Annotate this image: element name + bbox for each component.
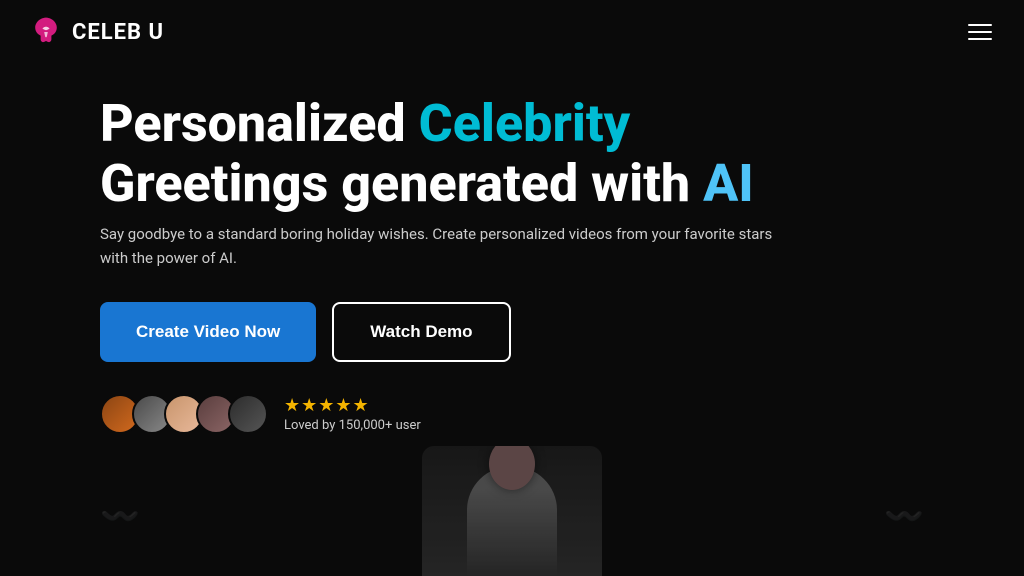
avatar-group: [100, 394, 268, 434]
logo-icon: [28, 14, 64, 50]
create-video-button[interactable]: Create Video Now: [100, 302, 316, 362]
hero-section: Personalized Celebrity Greetings generat…: [0, 64, 1024, 434]
title-highlight1: Celebrity: [419, 93, 631, 154]
star-rating: ★★★★★: [284, 395, 421, 416]
watch-demo-button[interactable]: Watch Demo: [332, 302, 510, 362]
preview-right: 〰️: [864, 456, 944, 576]
social-text-block: ★★★★★ Loved by 150,000+ user: [284, 395, 421, 433]
hero-title: Personalized Celebrity Greetings generat…: [100, 94, 924, 214]
header: CELEB U: [0, 0, 1024, 64]
logo[interactable]: CELEB U: [28, 14, 164, 50]
logo-text: CELEB U: [72, 20, 164, 45]
bottom-preview: 〰️ 〰️: [0, 436, 1024, 576]
hamburger-button[interactable]: [964, 20, 996, 44]
social-proof: ★★★★★ Loved by 150,000+ user: [100, 394, 924, 434]
hamburger-line-1: [968, 24, 992, 26]
title-highlight2: AI: [703, 153, 754, 214]
wave-right-icon: 〰️: [884, 497, 924, 535]
button-group: Create Video Now Watch Demo: [100, 302, 924, 362]
hamburger-line-2: [968, 31, 992, 33]
preview-center: [422, 446, 602, 576]
hamburger-line-3: [968, 38, 992, 40]
avatar: [228, 394, 268, 434]
wave-icon: 〰️: [100, 497, 140, 535]
user-count-label: Loved by 150,000+ user: [284, 418, 421, 433]
title-part2: Greetings generated with: [100, 153, 703, 214]
hero-subtitle: Say goodbye to a standard boring holiday…: [100, 222, 780, 270]
preview-left: 〰️: [80, 456, 160, 576]
title-part1: Personalized: [100, 93, 419, 154]
